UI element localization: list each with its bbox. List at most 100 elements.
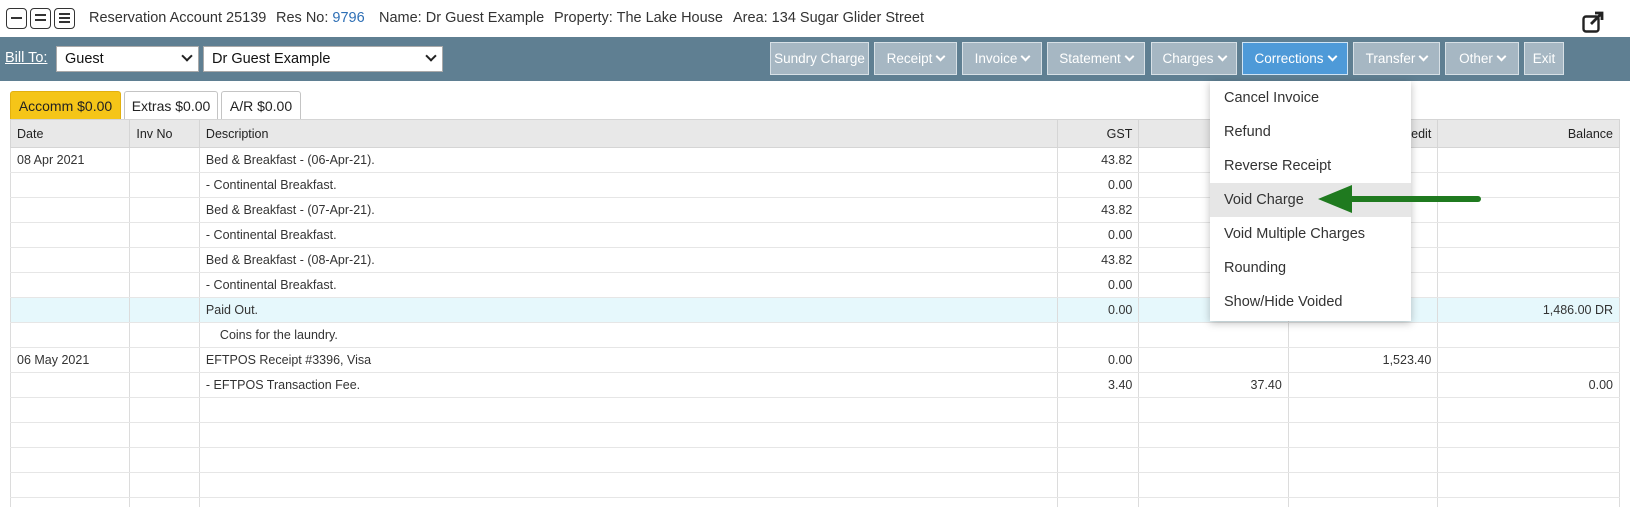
table-row[interactable]: - EFTPOS Transaction Fee. 3.40 37.40 0.00 — [9, 372, 1620, 398]
cell-desc: Paid Out. — [198, 297, 1059, 323]
menu-item-cancel-invoice[interactable]: Cancel Invoice — [1210, 81, 1411, 115]
cell-date — [9, 222, 131, 248]
charges-button[interactable]: Charges — [1151, 42, 1237, 75]
cell-gst: 43.82 — [1057, 147, 1140, 173]
cell-desc: Bed & Breakfast - (07-Apr-21). — [198, 197, 1059, 223]
cell-date — [9, 197, 131, 223]
account-label: Reservation Account 25139 — [89, 10, 267, 26]
chevron-down-icon — [1327, 51, 1337, 62]
bill-to-type-value: Guest — [65, 51, 104, 67]
cell-inv — [129, 322, 200, 348]
cell-desc: Bed & Breakfast - (06-Apr-21). — [198, 147, 1059, 173]
cell-gst: 0.00 — [1057, 347, 1140, 373]
col-date[interactable]: Date — [9, 119, 131, 148]
receipt-button[interactable]: Receipt — [874, 42, 957, 75]
cell-desc: - EFTPOS Transaction Fee. — [198, 372, 1059, 398]
cell-inv — [129, 222, 200, 248]
action-toolbar: Bill To: Guest Dr Guest Example Sundry C… — [0, 37, 1630, 81]
col-inv-no[interactable]: Inv No — [129, 119, 200, 148]
other-button[interactable]: Other — [1445, 42, 1519, 75]
menu-item-void-multiple-charges[interactable]: Void Multiple Charges — [1210, 217, 1411, 251]
col-gst[interactable]: GST — [1057, 119, 1140, 148]
bill-to-type-select[interactable]: Guest — [56, 46, 199, 72]
cell-balance — [1437, 347, 1620, 373]
menu-item-rounding[interactable]: Rounding — [1210, 251, 1411, 285]
corrections-label: Corrections — [1254, 51, 1324, 66]
cell-debit — [1138, 322, 1289, 348]
tab-extras-label: Extras $0.00 — [131, 97, 211, 114]
bill-to-label[interactable]: Bill To: — [5, 50, 47, 66]
col-balance[interactable]: Balance — [1437, 119, 1620, 148]
cell-debit — [1138, 347, 1289, 373]
table-row-empty — [9, 397, 1620, 423]
cell-gst: 0.00 — [1057, 297, 1140, 323]
cell-note: Coins for the laundry. — [198, 322, 1059, 348]
chevron-down-icon — [1020, 51, 1031, 62]
invoice-button[interactable]: Invoice — [962, 42, 1042, 75]
res-no-label: Res No: — [276, 10, 329, 26]
cell-inv — [129, 147, 200, 173]
res-no: Res No: 9796 — [276, 10, 365, 26]
view-mode-icons — [6, 8, 75, 29]
cell-date — [9, 372, 131, 398]
single-line-view-icon[interactable] — [6, 8, 27, 29]
chevron-down-icon — [1217, 51, 1227, 62]
table-row-empty — [9, 497, 1620, 507]
bill-to-name-value: Dr Guest Example — [212, 51, 331, 67]
table-row-empty — [9, 472, 1620, 498]
chevron-down-icon — [1496, 51, 1507, 62]
cell-balance — [1437, 272, 1620, 298]
cell-debit: 37.40 — [1138, 372, 1289, 398]
sundry-charge-label: Sundry Charge — [774, 51, 865, 66]
tab-ar[interactable]: A/R $0.00 — [221, 91, 301, 119]
cell-desc: - Continental Breakfast. — [198, 272, 1059, 298]
double-line-view-icon[interactable] — [30, 8, 51, 29]
statement-label: Statement — [1059, 51, 1121, 66]
cell-credit — [1287, 322, 1439, 348]
cell-inv — [129, 197, 200, 223]
res-no-value[interactable]: 9796 — [332, 10, 364, 26]
cell-balance: 1,486.00 DR — [1437, 297, 1620, 323]
cell-inv — [129, 172, 200, 198]
menu-item-refund[interactable]: Refund — [1210, 115, 1411, 149]
cell-balance — [1437, 322, 1620, 348]
cell-desc: - Continental Breakfast. — [198, 172, 1059, 198]
tab-extras[interactable]: Extras $0.00 — [124, 91, 218, 119]
cell-desc: - Continental Breakfast. — [198, 222, 1059, 248]
menu-item-reverse-receipt[interactable]: Reverse Receipt — [1210, 149, 1411, 183]
property-name: Property: The Lake House — [554, 10, 723, 26]
tab-ar-label: A/R $0.00 — [229, 97, 293, 114]
invoice-label: Invoice — [974, 51, 1018, 66]
cell-gst: 3.40 — [1057, 372, 1140, 398]
col-description[interactable]: Description — [198, 119, 1059, 148]
cell-inv — [129, 247, 200, 273]
table-row[interactable]: 06 May 2021 EFTPOS Receipt #3396, Visa 0.0… — [9, 347, 1620, 373]
tab-accomm[interactable]: Accomm $0.00 — [10, 91, 121, 119]
cell-gst: 0.00 — [1057, 222, 1140, 248]
cell-date — [9, 247, 131, 273]
bill-to-name-select[interactable]: Dr Guest Example — [203, 46, 443, 72]
cell-desc: EFTPOS Receipt #3396, Visa — [198, 347, 1059, 373]
transfer-button[interactable]: Transfer — [1353, 42, 1440, 75]
cell-gst: 43.82 — [1057, 197, 1140, 223]
cell-credit — [1287, 372, 1439, 398]
table-row-empty — [9, 422, 1620, 448]
arrow-pointer-icon — [1318, 185, 1481, 213]
table-row-empty — [9, 447, 1620, 473]
exit-button[interactable]: Exit — [1524, 42, 1564, 75]
cell-inv — [129, 372, 200, 398]
cell-date: 08 Apr 2021 — [9, 147, 131, 173]
cell-date — [9, 322, 131, 348]
tab-accomm-label: Accomm $0.00 — [18, 97, 113, 114]
menu-item-show-hide-voided[interactable]: Show/Hide Voided — [1210, 285, 1411, 319]
corrections-button[interactable]: Corrections — [1242, 42, 1348, 75]
multi-line-view-icon[interactable] — [54, 8, 75, 29]
chevron-down-icon — [425, 50, 437, 62]
statement-button[interactable]: Statement — [1047, 42, 1145, 75]
table-row[interactable]: Coins for the laundry. — [9, 322, 1620, 348]
external-link-icon[interactable] — [1582, 11, 1604, 33]
exit-label: Exit — [1532, 51, 1556, 66]
guest-name: Name: Dr Guest Example — [379, 10, 545, 26]
reservation-header: Reservation Account 25139 Res No: 9796 N… — [0, 0, 1630, 37]
sundry-charge-button[interactable]: Sundry Charge — [770, 42, 869, 75]
